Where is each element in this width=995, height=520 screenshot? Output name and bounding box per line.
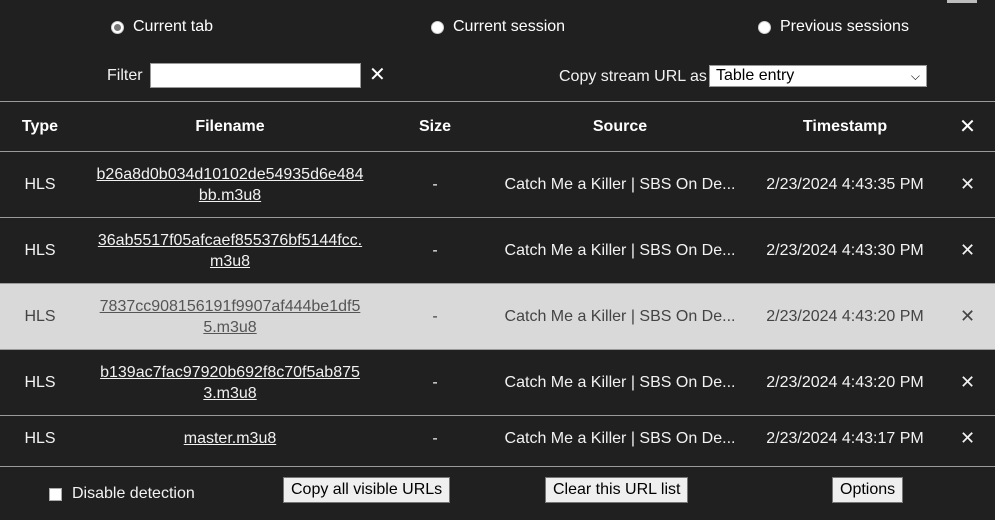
radio-label: Current session xyxy=(453,18,566,35)
cell-type: HLS xyxy=(24,241,56,259)
table-row: HLS b26a8d0b034d10102de54935d6e484bb.m3u… xyxy=(0,152,995,218)
cell-timestamp: 2/23/2024 4:43:35 PM xyxy=(766,175,924,193)
options-button[interactable]: Options xyxy=(832,477,904,503)
radio-checked-icon xyxy=(111,20,124,34)
radio-unchecked-icon xyxy=(431,20,444,34)
cell-size: - xyxy=(432,429,438,447)
filename-link[interactable]: 36ab5517f05afcaef855376bf5144fcc.m3u8 xyxy=(95,230,365,272)
disable-detection-checkbox[interactable]: Disable detection xyxy=(49,485,195,503)
table-row: HLS 36ab5517f05afcaef855376bf5144fcc.m3u… xyxy=(0,218,995,284)
filename-link[interactable]: master.m3u8 xyxy=(184,428,276,449)
clear-url-list-button[interactable]: Clear this URL list xyxy=(545,477,689,503)
header-size: Size xyxy=(418,117,451,135)
table-row: HLS master.m3u8 - Catch Me a Killer | SB… xyxy=(0,416,995,462)
copy-url-label: Copy stream URL as xyxy=(559,68,707,85)
header-timestamp: Timestamp xyxy=(802,117,888,135)
header-type: Type xyxy=(21,117,59,135)
cell-timestamp: 2/23/2024 4:43:30 PM xyxy=(766,241,924,259)
cell-size: - xyxy=(432,373,438,391)
header-filename: Filename xyxy=(195,117,265,135)
radio-label: Current tab xyxy=(133,18,214,35)
remove-row-close-icon[interactable]: ✕ xyxy=(960,428,975,448)
cell-source: Catch Me a Killer | SBS On De... xyxy=(504,241,736,259)
remove-row-close-icon[interactable]: ✕ xyxy=(960,372,975,392)
copy-all-urls-button[interactable]: Copy all visible URLs xyxy=(283,477,451,503)
radio-label: Previous sessions xyxy=(780,18,909,35)
clear-all-close-icon[interactable]: ✕ xyxy=(959,116,976,138)
footer-bar: Disable detection Copy all visible URLs … xyxy=(0,466,995,520)
cell-size: - xyxy=(432,307,438,325)
stream-detector-panel: Current tab Current session Previous ses… xyxy=(0,0,995,520)
radio-previous-sessions[interactable]: Previous sessions xyxy=(758,18,909,36)
table-row: HLS b139ac7fac97920b692f8c70f5ab8753.m3u… xyxy=(0,350,995,416)
cell-source: Catch Me a Killer | SBS On De... xyxy=(504,307,736,325)
cell-timestamp: 2/23/2024 4:43:17 PM xyxy=(766,429,924,447)
filename-link[interactable]: b139ac7fac97920b692f8c70f5ab8753.m3u8 xyxy=(95,362,365,404)
cell-size: - xyxy=(432,241,438,259)
cell-type: HLS xyxy=(24,429,56,447)
filter-clear-icon[interactable]: ✕ xyxy=(369,63,386,87)
cell-timestamp: 2/23/2024 4:43:20 PM xyxy=(766,373,924,391)
remove-row-close-icon[interactable]: ✕ xyxy=(960,174,975,194)
cell-type: HLS xyxy=(24,175,56,193)
filename-link[interactable]: b26a8d0b034d10102de54935d6e484bb.m3u8 xyxy=(95,164,365,206)
checkbox-label: Disable detection xyxy=(72,485,195,502)
stream-table: Type Filename Size Source Timestamp ✕ HL… xyxy=(0,101,995,462)
chevron-down-icon: ⌵ xyxy=(910,69,920,83)
cell-source: Catch Me a Killer | SBS On De... xyxy=(504,175,736,193)
remove-row-close-icon[interactable]: ✕ xyxy=(960,240,975,260)
filter-row: Filter ✕ Copy stream URL as Table entry … xyxy=(0,63,995,89)
cell-type: HLS xyxy=(24,307,56,325)
cell-timestamp: 2/23/2024 4:43:20 PM xyxy=(766,307,924,325)
filter-input[interactable] xyxy=(150,63,361,88)
remove-row-close-icon[interactable]: ✕ xyxy=(960,306,975,326)
radio-current-session[interactable]: Current session xyxy=(431,18,565,36)
scope-radio-group: Current tab Current session Previous ses… xyxy=(0,18,995,42)
filename-link[interactable]: 7837cc908156191f9907af444be1df55.m3u8 xyxy=(95,296,365,338)
table-header-row: Type Filename Size Source Timestamp ✕ xyxy=(0,101,995,152)
table-row-hovered: HLS 7837cc908156191f9907af444be1df55.m3u… xyxy=(0,283,995,350)
cell-size: - xyxy=(432,175,438,193)
cell-source: Catch Me a Killer | SBS On De... xyxy=(504,373,736,391)
copy-format-selected: Table entry xyxy=(716,67,795,84)
checkbox-unchecked-icon xyxy=(49,487,62,501)
scrollbar-thumb[interactable] xyxy=(947,0,977,3)
cell-type: HLS xyxy=(24,373,56,391)
filter-label: Filter xyxy=(107,67,143,84)
copy-format-select[interactable]: Table entry ⌵ xyxy=(709,65,927,87)
header-source: Source xyxy=(592,117,648,135)
cell-source: Catch Me a Killer | SBS On De... xyxy=(504,429,736,447)
radio-current-tab[interactable]: Current tab xyxy=(111,18,213,36)
radio-unchecked-icon xyxy=(758,20,771,34)
